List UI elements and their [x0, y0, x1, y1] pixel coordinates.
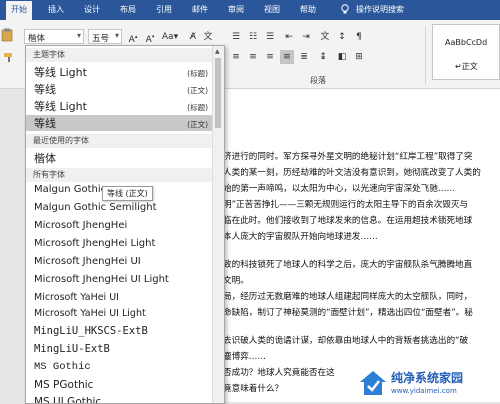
lightbulb-icon — [340, 4, 350, 17]
font-item[interactable]: 等线 (正文) — [26, 81, 212, 97]
doc-line: 命缺陷，制订了神秘莫测的“面壁计划”，精选出四位“面壁者”。秘 — [223, 308, 473, 318]
doc-line: 临在此时。他们接收到了地球发来的信息。在运用超技术锁死地球 — [223, 216, 473, 226]
font-item[interactable]: 等线 Light (标题) — [26, 98, 212, 114]
borders-icon[interactable]: ⊞ — [352, 50, 366, 64]
font-item[interactable]: Microsoft JhengHei UI Light — [26, 274, 212, 290]
doc-line: 文明。 — [223, 276, 249, 286]
font-item[interactable]: MingLiU-ExtB — [26, 343, 212, 359]
chevron-down-icon[interactable]: ▾ — [77, 31, 81, 40]
tab-layout[interactable]: 布局 — [120, 4, 136, 15]
align-center-icon[interactable]: ≡ — [246, 50, 260, 64]
tab-design[interactable]: 设计 — [84, 4, 100, 15]
doc-line: 竟意味着什么？ — [223, 384, 284, 394]
font-dropdown-list[interactable]: 主题字体 等线 Light (标题) 等线 (正文) 等线 Light (标题) 等线… — [25, 45, 225, 404]
doc-line: 明”正苦苦挣扎——三颗无规则运行的太阳主导下的百余次毁灭与 — [223, 200, 469, 210]
scrollbar-thumb[interactable] — [215, 58, 221, 128]
line-spacing-icon[interactable]: ↨ — [316, 50, 330, 64]
font-list-scrollbar[interactable]: ▲ — [212, 46, 224, 403]
multilevel-list-icon[interactable]: ☰ — [263, 30, 277, 44]
tell-me-search[interactable]: 操作说明搜索 — [356, 4, 404, 15]
clear-format-icon[interactable]: A̸ — [186, 30, 200, 44]
chevron-down-icon[interactable]: ▾ — [115, 31, 119, 40]
font-item[interactable]: MingLiU_HKSCS-ExtB — [26, 325, 212, 341]
increase-indent-icon[interactable]: ⇥ — [299, 30, 313, 44]
scroll-up-icon[interactable]: ▲ — [215, 48, 220, 55]
font-item[interactable]: Microsoft JhengHei UI — [26, 256, 212, 272]
tab-home[interactable]: 开始 — [6, 1, 32, 20]
doc-line: 本人庞大的宇宙舰队开始向地球进发…… — [223, 232, 378, 242]
chinese-layout-icon[interactable]: 文 — [318, 30, 332, 44]
distributed-icon[interactable]: ≣ — [297, 50, 311, 64]
numbering-icon[interactable]: ☷ — [246, 30, 260, 44]
font-item[interactable]: Microsoft JhengHei Light — [26, 238, 212, 254]
tab-review[interactable]: 审阅 — [228, 4, 244, 15]
font-item[interactable]: MS UI Gothic — [26, 396, 212, 403]
font-tooltip: 等线 (正文) — [102, 186, 153, 201]
theme-fonts-header: 主题字体 — [26, 48, 212, 62]
doc-line: 始的第一声啼鸣，以太阳为中心，以光速向宇宙深处飞驰…… — [223, 184, 456, 194]
doc-line: 人类的某一刻，历经劫难的叶文洁没有意识到，她彻底改变了人类的 — [223, 168, 481, 178]
font-item[interactable]: 楷体 — [26, 150, 212, 166]
tab-insert[interactable]: 插入 — [48, 4, 64, 15]
decrease-indent-icon[interactable]: ⇤ — [282, 30, 296, 44]
group-divider — [425, 26, 426, 84]
font-item[interactable]: Microsoft YaHei UI Light — [26, 308, 212, 324]
doc-line: 济进行的同时。军方探寻外星文明的绝秘计划“红岸工程”取得了突 — [223, 152, 473, 162]
font-item[interactable]: MS PGothic — [26, 379, 212, 395]
sort-icon[interactable]: ↕ — [335, 30, 349, 44]
style-normal-button[interactable]: AaBbCcDd ↵正文 — [432, 24, 500, 80]
phonetic-guide-icon[interactable]: 文 — [201, 30, 215, 44]
font-name-box[interactable]: 楷体 ▾ — [24, 29, 84, 44]
font-item[interactable]: 等线 Light (标题) — [26, 64, 212, 80]
font-item[interactable]: Malgun Gothic Semilight — [26, 202, 212, 218]
style-name: ↵正文 — [455, 62, 478, 71]
grow-font-icon[interactable]: A▴ — [126, 30, 140, 45]
font-size-box[interactable]: 五号 ▾ — [88, 29, 122, 44]
paste-icon[interactable] — [0, 28, 14, 42]
watermark-logo: 纯净系统家园 www.yidaimei.com — [358, 368, 496, 398]
doc-line: 否成功？地球人究竟能否在这 — [223, 368, 335, 378]
font-item[interactable]: Microsoft YaHei UI — [26, 292, 212, 308]
doc-line: 局，经历过无数磨难的地球人组建起同样庞大的太空舰队，同时， — [223, 292, 473, 302]
tab-references[interactable]: 引用 — [156, 4, 172, 15]
tab-mailings[interactable]: 邮件 — [192, 4, 208, 15]
change-case-icon[interactable]: Aa▾ — [160, 30, 180, 44]
bullets-icon[interactable]: ☰ — [229, 30, 243, 44]
document-page[interactable]: 济进行的同时。军方探寻外星文明的绝秘计划“红岸工程”取得了突 人类的某一刻，历经… — [215, 89, 500, 402]
shrink-font-icon[interactable]: A▾ — [143, 30, 157, 45]
format-painter-icon[interactable] — [2, 52, 16, 66]
font-name-value: 楷体 — [28, 34, 46, 44]
font-size-value: 五号 — [92, 34, 110, 44]
tab-help[interactable]: 帮助 — [300, 4, 316, 15]
watermark-title: 纯净系统家园 — [391, 371, 464, 385]
doc-line: 塵博弈…… — [223, 352, 266, 362]
align-right-icon[interactable]: ≡ — [263, 50, 277, 64]
font-item[interactable]: MS Gothic — [26, 361, 212, 377]
font-item[interactable]: Microsoft JhengHei — [26, 220, 212, 236]
house-logo-icon — [360, 371, 386, 395]
style-sample: AaBbCcDd — [445, 38, 488, 47]
doc-line: 去识破人类的诡谲计谋，却依靠由地球人中的背叛者挑选出的“破 — [223, 336, 469, 346]
font-item-selected[interactable]: 等线 (正文) — [26, 115, 212, 131]
shading-icon[interactable]: ◧ — [335, 50, 349, 64]
recent-fonts-header: 最近使用的字体 — [26, 134, 212, 148]
justify-icon[interactable]: ≡ — [280, 50, 294, 64]
watermark-url: www.yidaimei.com — [391, 387, 457, 395]
group-label-paragraph: 段落 — [310, 76, 326, 85]
doc-line: 致的科技锁死了地球人的科学之后，庞大的宇宙舰队杀气腾腾地直 — [223, 260, 473, 270]
ribbon-tab-bar: 开始 插入 设计 布局 引用 邮件 审阅 视图 帮助 操作说明搜索 — [0, 0, 500, 20]
all-fonts-header: 所有字体 — [26, 168, 212, 182]
align-left-icon[interactable]: ≡ — [229, 50, 243, 64]
tab-view[interactable]: 视图 — [264, 4, 280, 15]
show-marks-icon[interactable]: ¶ — [352, 30, 366, 44]
